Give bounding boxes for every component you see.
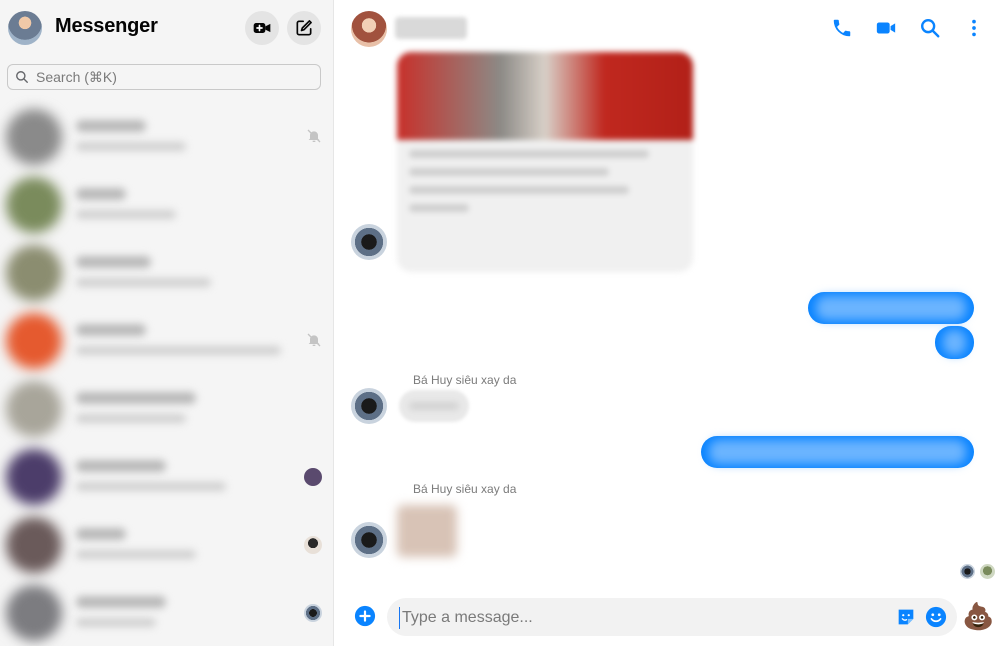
- search-conversation-button[interactable]: [918, 16, 942, 40]
- preview-text: [409, 168, 609, 176]
- avatar: [6, 381, 62, 437]
- conversation-name: [76, 596, 166, 608]
- sender-name: Bá Huy siêu xay da: [413, 482, 517, 496]
- conversation-item[interactable]: [0, 240, 334, 306]
- new-message-button[interactable]: [287, 11, 321, 45]
- video-camera-icon: [876, 22, 896, 34]
- chat-header: [335, 0, 1000, 56]
- preview-text: [409, 186, 629, 194]
- link-preview-image: [397, 52, 693, 140]
- add-attachment-icon[interactable]: [354, 605, 376, 627]
- conversation-item[interactable]: [0, 376, 334, 442]
- sender-avatar[interactable]: [351, 522, 387, 558]
- contact-name[interactable]: [395, 17, 467, 39]
- conversation-snippet: [76, 210, 176, 219]
- conversation-snippet: [76, 550, 196, 559]
- sidebar-header: Messenger: [0, 0, 334, 56]
- quick-reaction-button[interactable]: 💩: [962, 600, 994, 632]
- conversation-snippet: [76, 278, 211, 287]
- conversation-item[interactable]: [0, 580, 334, 646]
- conversation-name: [76, 460, 166, 472]
- conversation-name: [76, 120, 146, 132]
- new-room-button[interactable]: [245, 11, 279, 45]
- app-title: Messenger: [55, 15, 158, 37]
- search-icon: [921, 19, 940, 38]
- avatar: [6, 313, 62, 369]
- profile-avatar[interactable]: [8, 11, 42, 45]
- seen-avatar: [304, 536, 322, 554]
- read-receipt-avatar: [980, 564, 995, 579]
- avatar: [6, 245, 62, 301]
- conversation-item[interactable]: [0, 308, 334, 374]
- conversation-name: [76, 392, 196, 404]
- avatar: [6, 517, 62, 573]
- search-input[interactable]: [36, 69, 306, 85]
- sender-name: Bá Huy siêu xay da: [413, 373, 517, 387]
- outgoing-message[interactable]: [701, 436, 974, 468]
- preview-text: [409, 150, 649, 158]
- conversation-snippet: [76, 346, 281, 355]
- preview-text: [409, 204, 469, 212]
- outgoing-message[interactable]: [935, 326, 974, 359]
- compose-icon: [296, 20, 312, 36]
- more-options-button[interactable]: [962, 16, 986, 40]
- link-preview-message[interactable]: [397, 52, 693, 272]
- photo-message[interactable]: [397, 505, 457, 557]
- conversation-name: [76, 324, 146, 336]
- conversation-name: [76, 256, 151, 268]
- conversation-snippet: [76, 618, 156, 627]
- conversation-item[interactable]: [0, 512, 334, 578]
- message-input[interactable]: [399, 607, 879, 629]
- conversation-item[interactable]: [0, 444, 334, 510]
- search-bar[interactable]: [7, 64, 321, 90]
- sender-avatar[interactable]: [351, 224, 387, 260]
- contact-avatar[interactable]: [351, 11, 387, 47]
- conversation-snippet: [76, 482, 226, 491]
- message-composer[interactable]: [387, 598, 957, 636]
- more-vertical-icon: [972, 19, 976, 37]
- emoji-icon[interactable]: [925, 606, 947, 628]
- chat-panel: Bá Huy siêu xay da Bá Huy siêu xay da 💩: [335, 0, 1000, 646]
- seen-avatar: [304, 604, 322, 622]
- sender-avatar[interactable]: [351, 388, 387, 424]
- voice-call-button[interactable]: [830, 16, 854, 40]
- avatar: [6, 177, 62, 233]
- read-receipt-avatar: [960, 564, 975, 579]
- avatar: [6, 109, 62, 165]
- seen-avatar: [304, 468, 322, 486]
- muted-bell-icon: [307, 129, 321, 143]
- incoming-message[interactable]: [399, 390, 469, 422]
- conversation-sidebar: Messenger: [0, 0, 334, 646]
- avatar: [6, 449, 62, 505]
- conversation-name: [76, 188, 126, 200]
- conversation-item[interactable]: [0, 104, 334, 170]
- sticker-icon[interactable]: [895, 606, 917, 628]
- video-plus-icon: [253, 23, 271, 33]
- conversation-snippet: [76, 414, 186, 423]
- conversation-snippet: [76, 142, 186, 151]
- muted-bell-icon: [307, 333, 321, 347]
- phone-icon: [833, 19, 851, 37]
- conversation-name: [76, 528, 126, 540]
- conversation-item[interactable]: [0, 172, 334, 238]
- avatar: [6, 585, 62, 641]
- outgoing-message[interactable]: [808, 292, 974, 324]
- video-call-button[interactable]: [874, 16, 898, 40]
- search-icon: [16, 71, 28, 83]
